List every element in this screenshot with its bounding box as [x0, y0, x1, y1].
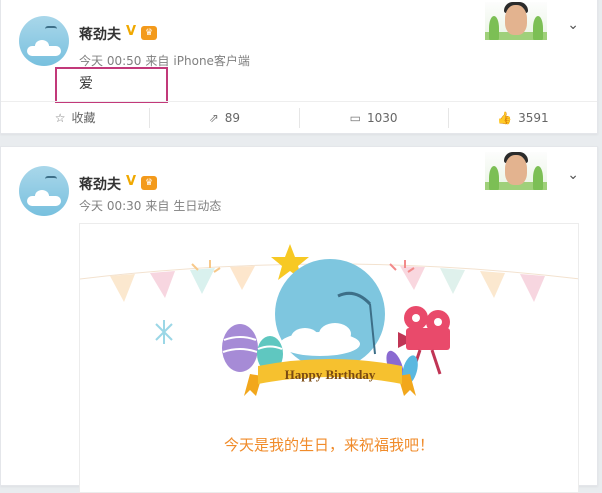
verified-icon: V — [126, 24, 137, 39]
author-name[interactable]: 蒋劲夫 — [79, 24, 121, 44]
sparkle-icon — [155, 320, 173, 344]
post-source[interactable]: iPhone客户端 — [173, 54, 250, 68]
post-meta: 今天 00:30 来自 生日动态 — [79, 197, 225, 214]
comment-count: 1030 — [367, 110, 398, 125]
post-time[interactable]: 今天 00:30 — [79, 199, 141, 213]
highlight-annotation — [55, 67, 168, 103]
viewer-avatar[interactable] — [485, 2, 547, 40]
birthday-illustration: Happy Birthday — [80, 244, 578, 396]
star-outline-icon: ☆ — [54, 110, 66, 125]
birthday-message: 今天是我的生日，来祝福我吧！ — [223, 436, 434, 454]
source-prefix: 来自 — [145, 54, 170, 68]
thumb-up-icon: 👍 — [497, 110, 513, 125]
repost-button[interactable]: ⇗ 89 — [149, 107, 298, 128]
weibo-post-card: 蒋劲夫 V ♛ 今天 00:50 来自 iPhone客户端 爱 ⌄ ☆ 收藏 ⇗ 8… — [0, 0, 598, 134]
source-prefix: 来自 — [145, 199, 170, 213]
bunting-flag-icon — [230, 266, 255, 290]
comment-button[interactable]: ▭ 1030 — [298, 107, 448, 128]
like-button[interactable]: 👍 3591 — [447, 107, 597, 128]
bunting-flag-icon — [520, 274, 545, 302]
viewer-avatar[interactable] — [485, 152, 547, 190]
bunting-flag-icon — [150, 271, 175, 298]
favorite-label: 收藏 — [71, 111, 96, 125]
author-avatar[interactable] — [19, 166, 69, 216]
member-badge-icon[interactable]: ♛ — [141, 26, 157, 40]
bunting-flag-icon — [480, 271, 505, 298]
chevron-down-icon[interactable]: ⌄ — [567, 17, 579, 33]
share-arrow-icon: ⇗ — [208, 110, 219, 125]
bunting-flag-icon — [110, 274, 135, 302]
verified-icon: V — [126, 174, 137, 189]
post-time[interactable]: 今天 00:50 — [79, 54, 141, 68]
author-name[interactable]: 蒋劲夫 — [79, 174, 121, 194]
bunting-flag-icon — [440, 268, 465, 294]
author-avatar[interactable] — [19, 16, 69, 66]
member-badge-icon[interactable]: ♛ — [141, 176, 157, 190]
ribbon-text: Happy Birthday — [285, 367, 376, 382]
weibo-post-card: 蒋劲夫 V ♛ 今天 00:30 来自 生日动态 ⌄ Happy Birthda… — [0, 146, 598, 493]
bunting-flag-icon — [190, 268, 215, 294]
comment-bubble-icon: ▭ — [349, 110, 362, 125]
favorite-button[interactable]: ☆ 收藏 — [1, 108, 149, 128]
post-source[interactable]: 生日动态 — [173, 199, 221, 213]
like-count: 3591 — [518, 110, 549, 125]
chevron-down-icon[interactable]: ⌄ — [567, 167, 579, 183]
action-bar: ☆ 收藏 ⇗ 89 ▭ 1030 👍 3591 — [1, 101, 597, 133]
birthday-card[interactable]: Happy Birthday 今天是我的生日，来祝福我吧！ — [79, 223, 579, 493]
repost-count: 89 — [224, 110, 241, 125]
